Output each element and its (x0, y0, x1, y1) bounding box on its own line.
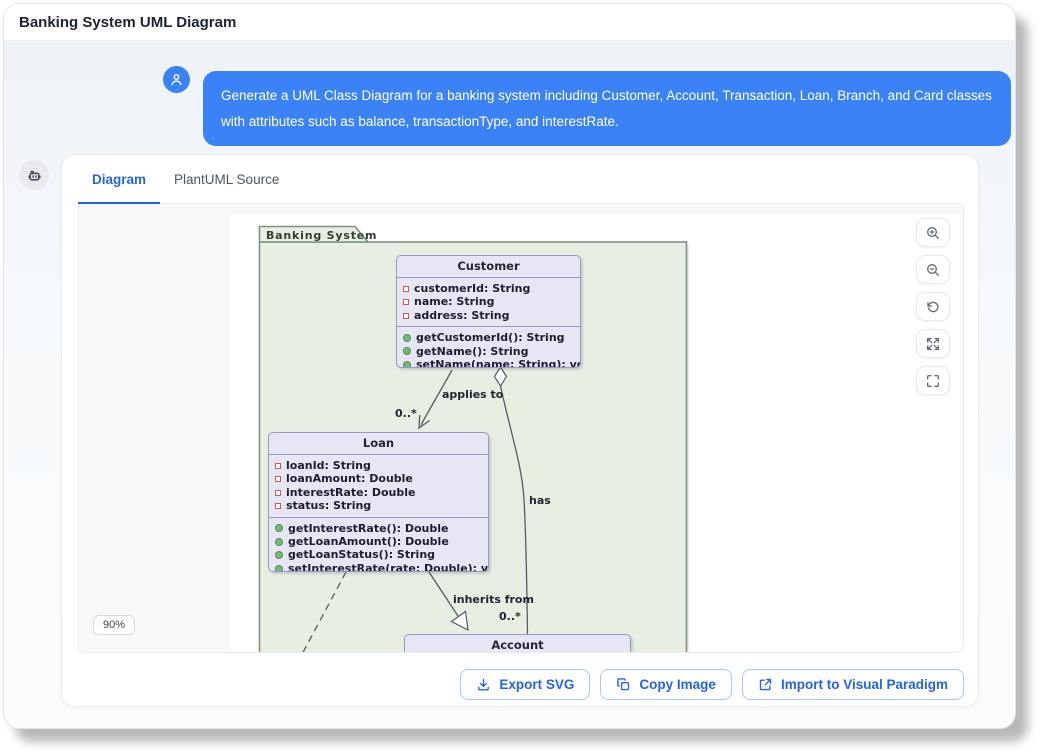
field-icon (275, 503, 281, 509)
uml-customer-attributes: customerId: String name: String address:… (397, 278, 580, 326)
zoom-out-icon (925, 262, 941, 278)
uml-class-customer: Customer customerId: String name: String… (396, 255, 581, 368)
copy-image-button[interactable]: Copy Image (600, 669, 732, 700)
bot-avatar (19, 160, 49, 190)
content-area: Generate a UML Class Diagram for a banki… (4, 41, 1015, 728)
uml-customer-methods: getCustomerId(): String getName(): Strin… (397, 326, 580, 368)
field-icon (275, 476, 281, 482)
method-icon (403, 347, 411, 355)
zoom-in-button[interactable] (916, 218, 950, 247)
edge-multiplicity-loan: 0..* (395, 407, 417, 420)
method-icon (275, 538, 283, 546)
field-icon (275, 490, 281, 496)
import-visual-paradigm-button[interactable]: Import to Visual Paradigm (742, 669, 964, 700)
fullscreen-button[interactable] (916, 366, 950, 395)
method-icon (275, 524, 283, 532)
tab-diagram[interactable]: Diagram (78, 155, 160, 203)
diagram-card: Diagram PlantUML Source (61, 154, 979, 707)
uml-loan-attributes: loanId: String loanAmount: Double intere… (269, 455, 488, 517)
reset-view-button[interactable] (916, 292, 950, 321)
fullscreen-icon (925, 373, 941, 389)
action-buttons: Export SVG Copy Image (460, 669, 964, 700)
user-avatar (163, 66, 190, 93)
user-message-text: Generate a UML Class Diagram for a banki… (221, 88, 992, 129)
page-title: Banking System UML Diagram (19, 14, 236, 31)
field-icon (275, 463, 281, 469)
method-icon (403, 361, 411, 368)
expand-button[interactable] (916, 329, 950, 358)
uml-class-account: Account (404, 634, 631, 653)
edge-multiplicity-account: 0..* (499, 610, 521, 623)
uml-class-customer-title: Customer (397, 256, 580, 278)
tab-plantuml-source[interactable]: PlantUML Source (160, 155, 293, 203)
viewer-controls (916, 218, 950, 395)
uml-loan-methods: getInterestRate(): Double getLoanAmount(… (269, 517, 488, 572)
zoom-out-button[interactable] (916, 255, 950, 284)
person-icon (169, 72, 184, 87)
diagram-viewer[interactable]: Banking System Customer customerId: Stri… (78, 204, 964, 653)
download-icon (476, 677, 491, 692)
copy-icon (616, 677, 631, 692)
method-icon (403, 334, 411, 342)
edge-label-inherits-from: inherits from (453, 593, 534, 606)
uml-class-loan: Loan loanId: String loanAmount: Double i… (268, 432, 489, 572)
edge-label-has: has (529, 494, 551, 507)
edge-label-applies-to: applies to (442, 388, 503, 401)
external-link-icon (758, 677, 773, 692)
method-icon (275, 551, 283, 559)
uml-package-title: Banking System (266, 229, 377, 242)
zoom-in-icon (925, 225, 941, 241)
expand-icon (925, 336, 941, 352)
tab-bar: Diagram PlantUML Source (78, 155, 962, 204)
uml-class-account-title: Account (405, 635, 630, 653)
field-icon (403, 313, 409, 319)
zoom-level-badge: 90% (93, 615, 135, 635)
reset-view-icon (925, 299, 941, 315)
user-message-bubble: Generate a UML Class Diagram for a banki… (203, 71, 1011, 146)
uml-class-loan-title: Loan (269, 433, 488, 455)
field-icon (403, 286, 409, 292)
robot-icon (26, 167, 43, 184)
export-svg-button[interactable]: Export SVG (460, 669, 590, 700)
method-icon (275, 565, 283, 572)
field-icon (403, 299, 409, 305)
app-window: Banking System UML Diagram Generate a UM… (3, 3, 1016, 729)
app-header: Banking System UML Diagram (4, 4, 1015, 41)
